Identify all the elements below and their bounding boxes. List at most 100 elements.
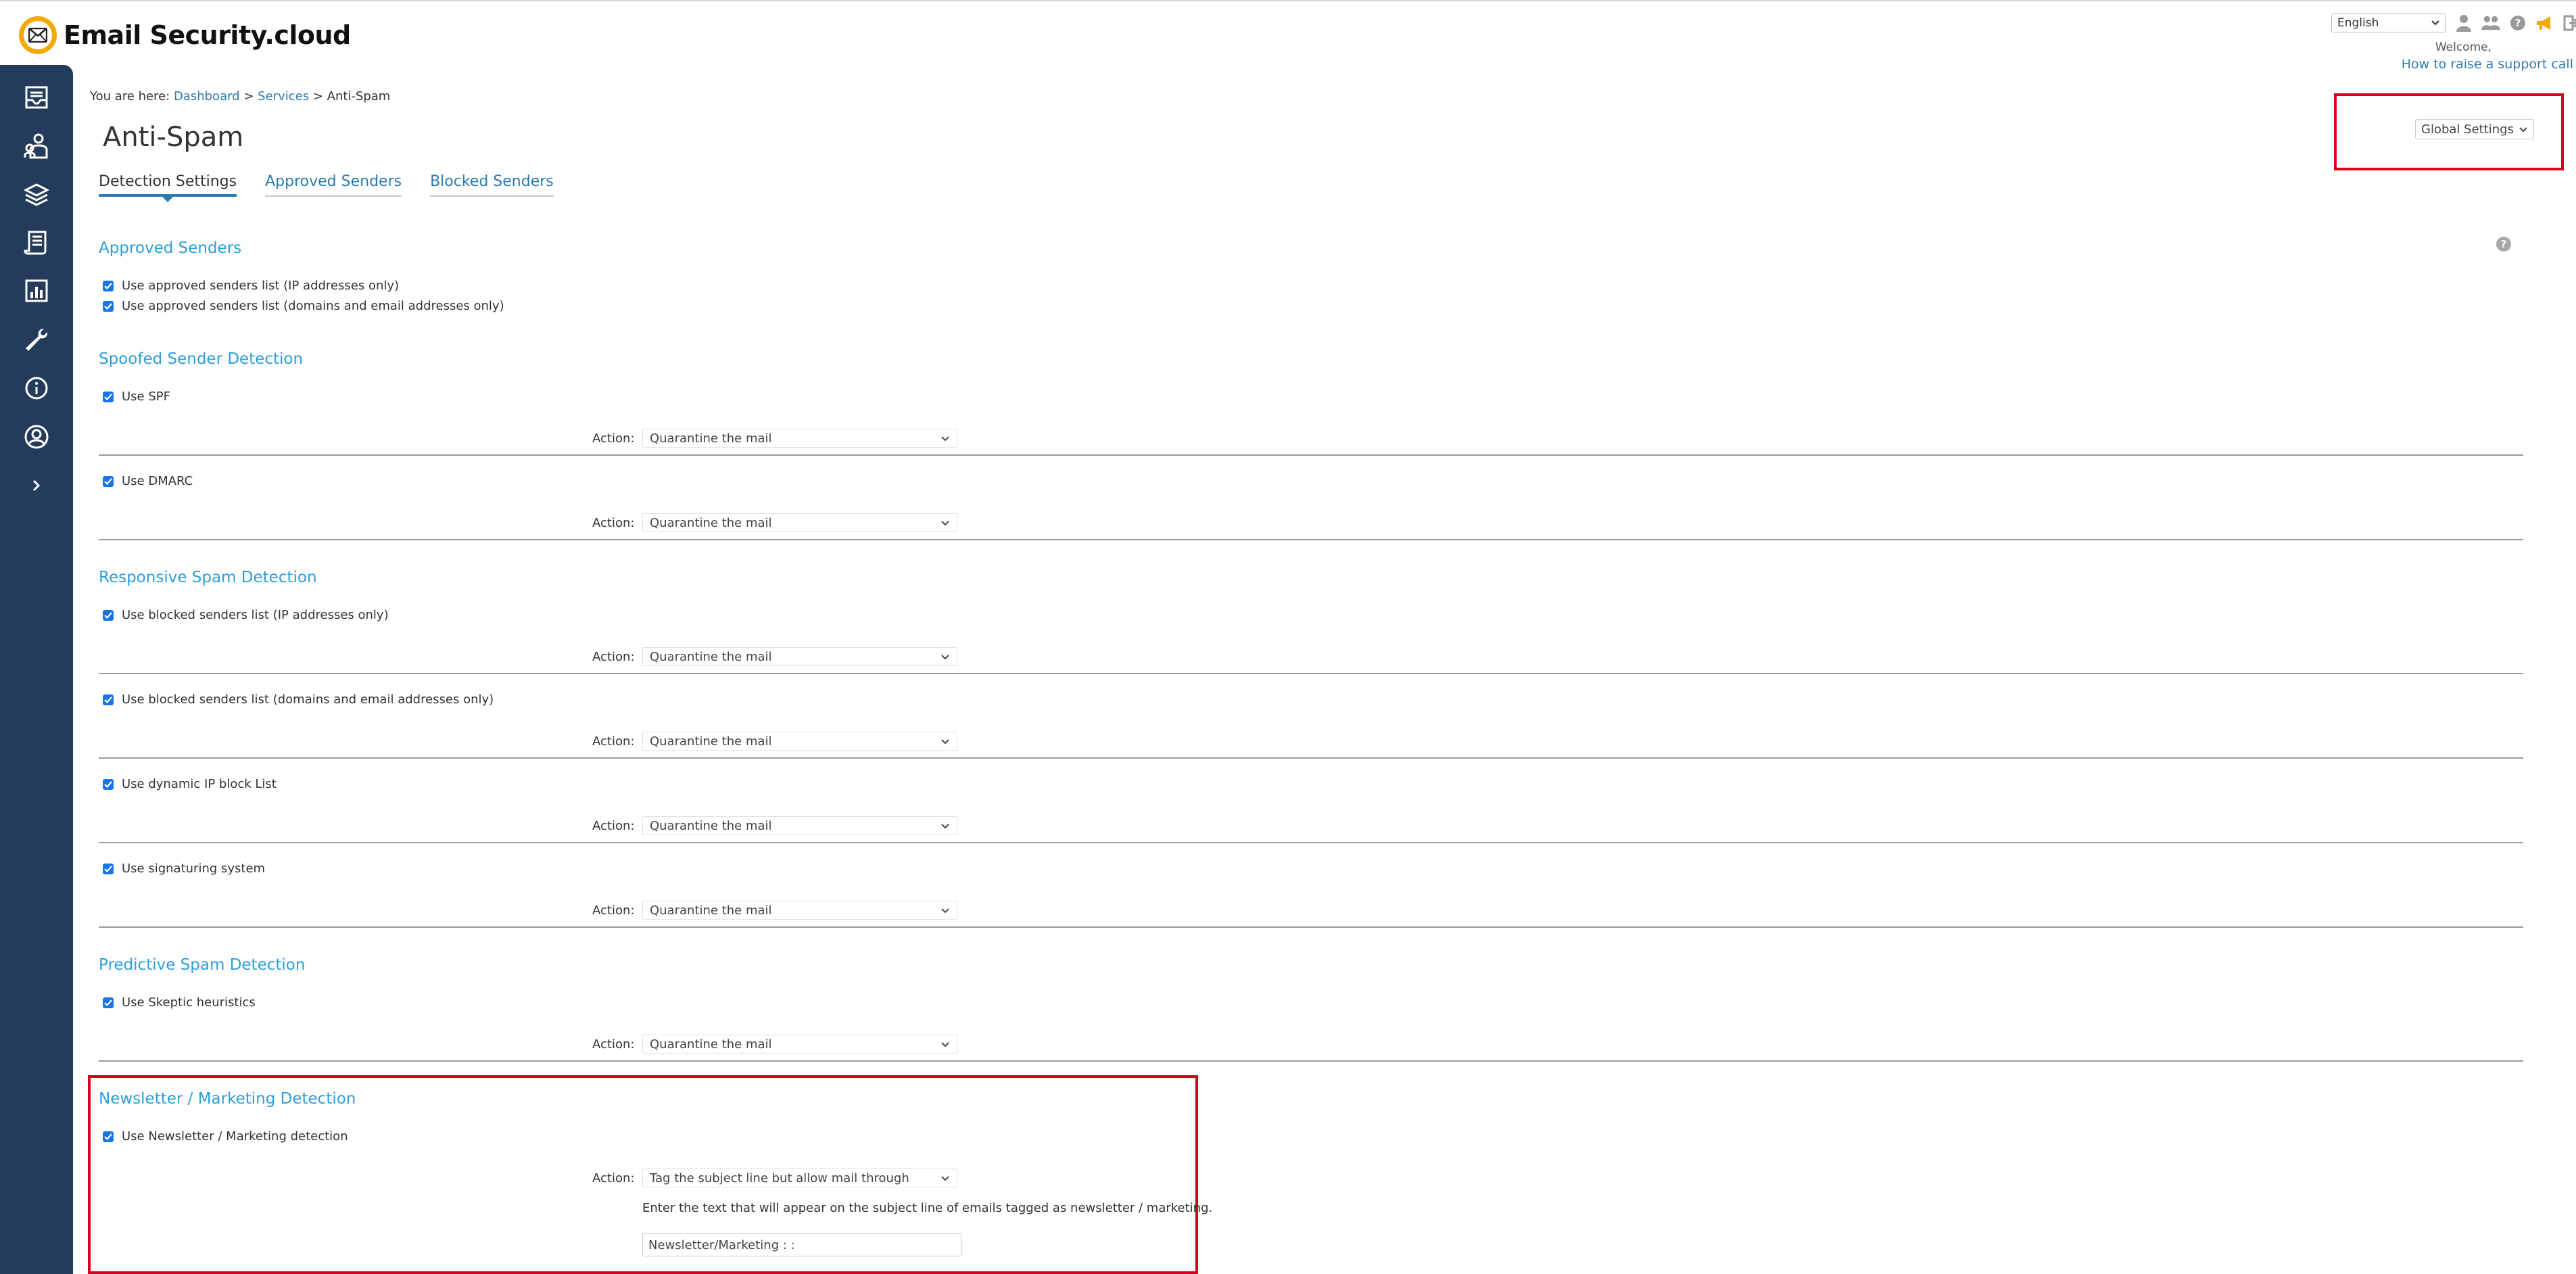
action-select-value: Quarantine the mail <box>650 431 772 446</box>
action-select-dmarc[interactable]: Quarantine the mail <box>642 513 957 532</box>
action-label: Action: <box>592 650 635 664</box>
top-toolbar: ? <box>2454 14 2576 32</box>
subject-tag-help-text: Enter the text that will appear on the s… <box>642 1201 1213 1215</box>
action-select-dynamic-ip[interactable]: Quarantine the mail <box>642 816 957 835</box>
breadcrumb-current: Anti-Spam <box>327 89 391 103</box>
chart-icon[interactable] <box>20 275 53 307</box>
action-label: Action: <box>592 734 635 749</box>
checkbox-label: Use Newsletter / Marketing detection <box>122 1129 348 1143</box>
tab-blocked-senders[interactable]: Blocked Senders <box>430 173 554 197</box>
reports-icon[interactable] <box>20 226 53 258</box>
subject-tag-input[interactable]: Newsletter/Marketing : : <box>642 1233 961 1256</box>
action-select-value: Quarantine the mail <box>650 1037 772 1052</box>
announce-icon[interactable] <box>2535 14 2554 32</box>
action-select-blocked-domains[interactable]: Quarantine the mail <box>642 732 957 751</box>
top-border <box>0 0 2576 1</box>
action-label: Action: <box>592 1037 635 1052</box>
checkbox-checked-icon[interactable] <box>103 778 114 790</box>
checkbox-checked-icon[interactable] <box>103 997 114 1008</box>
account-icon[interactable] <box>20 421 53 453</box>
action-select-signaturing[interactable]: Quarantine the mail <box>642 901 957 920</box>
breadcrumb-separator: > <box>312 89 323 103</box>
chevron-down-icon <box>940 734 950 749</box>
checkbox-blocked-domains[interactable]: Use blocked senders list (domains and em… <box>103 692 494 707</box>
checkbox-newsletter-marketing[interactable]: Use Newsletter / Marketing detection <box>103 1129 348 1143</box>
checkbox-approved-domains[interactable]: Use approved senders list (domains and e… <box>103 299 504 313</box>
section-title-predictive-spam: Predictive Spam Detection <box>99 956 306 974</box>
divider <box>99 926 2523 928</box>
checkbox-approved-ip[interactable]: Use approved senders list (IP addresses … <box>103 279 399 293</box>
checkbox-use-spf[interactable]: Use SPF <box>103 390 170 404</box>
checkbox-dynamic-ip-block[interactable]: Use dynamic IP block List <box>103 777 277 791</box>
app-logo[interactable]: Email Security.cloud <box>19 16 351 54</box>
dashboard-icon[interactable] <box>20 81 53 114</box>
divider <box>99 673 2523 674</box>
group-icon[interactable] <box>2481 14 2500 32</box>
section-title-newsletter-marketing: Newsletter / Marketing Detection <box>99 1090 356 1108</box>
checkbox-checked-icon[interactable] <box>103 475 114 487</box>
tools-icon[interactable] <box>20 323 53 356</box>
checkbox-label: Use dynamic IP block List <box>122 777 277 791</box>
action-select-skeptic[interactable]: Quarantine the mail <box>642 1035 957 1054</box>
checkbox-label: Use Skeptic heuristics <box>122 995 256 1010</box>
section-title-approved-senders: Approved Senders <box>99 239 242 257</box>
language-select[interactable]: English <box>2331 14 2446 32</box>
divider <box>99 842 2523 843</box>
breadcrumb-dashboard[interactable]: Dashboard <box>174 89 240 103</box>
logout-icon[interactable] <box>2562 14 2576 32</box>
action-select-value: Quarantine the mail <box>650 734 772 749</box>
checkbox-checked-icon[interactable] <box>103 694 114 705</box>
language-value: English <box>2337 16 2379 30</box>
checkbox-label: Use blocked senders list (IP addresses o… <box>122 608 389 622</box>
checkbox-label: Use SPF <box>122 390 170 404</box>
logo-envelope-icon <box>19 16 57 54</box>
action-select-value: Quarantine the mail <box>650 903 772 918</box>
action-select-blocked-ip[interactable]: Quarantine the mail <box>642 647 957 666</box>
chevron-down-icon <box>940 650 950 664</box>
checkbox-checked-icon[interactable] <box>103 391 114 402</box>
action-label: Action: <box>592 516 635 530</box>
action-label: Action: <box>592 431 635 446</box>
user-icon[interactable] <box>2454 14 2473 32</box>
checkbox-label: Use approved senders list (IP addresses … <box>122 279 400 293</box>
checkbox-label: Use blocked senders list (domains and em… <box>122 692 494 707</box>
chevron-down-icon <box>2431 16 2440 30</box>
breadcrumb-separator: > <box>243 89 254 103</box>
breadcrumb-prefix: You are here: <box>90 89 170 103</box>
chevron-down-icon <box>940 903 950 918</box>
page-title: Anti-Spam <box>103 122 244 153</box>
checkbox-label: Use approved senders list (domains and e… <box>122 299 504 313</box>
expand-sidebar-icon[interactable] <box>20 469 53 502</box>
info-icon[interactable] <box>20 372 53 404</box>
action-label: Action: <box>592 819 635 833</box>
action-label: Action: <box>592 1171 635 1185</box>
checkbox-checked-icon[interactable] <box>103 300 114 312</box>
checkbox-skeptic-heuristics[interactable]: Use Skeptic heuristics <box>103 995 256 1010</box>
breadcrumb: You are here: Dashboard > Services > Ant… <box>90 89 390 103</box>
breadcrumb-services[interactable]: Services <box>258 89 309 103</box>
action-label: Action: <box>592 903 635 918</box>
question-icon[interactable]: ? <box>2496 237 2511 252</box>
action-select-value: Quarantine the mail <box>650 649 772 664</box>
help-icon[interactable]: ? <box>2508 14 2527 32</box>
section-title-responsive-spam: Responsive Spam Detection <box>99 569 317 586</box>
checkbox-label: Use signaturing system <box>122 862 266 876</box>
checkbox-signaturing-system[interactable]: Use signaturing system <box>103 862 265 876</box>
tab-detection-settings[interactable]: Detection Settings <box>99 173 237 202</box>
divider <box>99 454 2523 456</box>
services-icon[interactable] <box>20 179 53 211</box>
tab-approved-senders[interactable]: Approved Senders <box>265 173 402 197</box>
checkbox-checked-icon[interactable] <box>103 863 114 874</box>
sidebar-nav <box>0 65 73 1274</box>
users-icon[interactable] <box>20 130 53 162</box>
checkbox-use-dmarc[interactable]: Use DMARC <box>103 474 193 488</box>
action-select-newsletter[interactable]: Tag the subject line but allow mail thro… <box>642 1169 957 1187</box>
checkbox-checked-icon[interactable] <box>103 1131 114 1142</box>
support-call-link[interactable]: How to raise a support call <box>2402 57 2573 72</box>
checkbox-blocked-ip[interactable]: Use blocked senders list (IP addresses o… <box>103 608 389 622</box>
checkbox-checked-icon[interactable] <box>103 280 114 291</box>
divider <box>99 1060 2523 1062</box>
action-select-spf[interactable]: Quarantine the mail <box>642 429 957 448</box>
checkbox-label: Use DMARC <box>122 474 193 488</box>
checkbox-checked-icon[interactable] <box>103 609 114 621</box>
